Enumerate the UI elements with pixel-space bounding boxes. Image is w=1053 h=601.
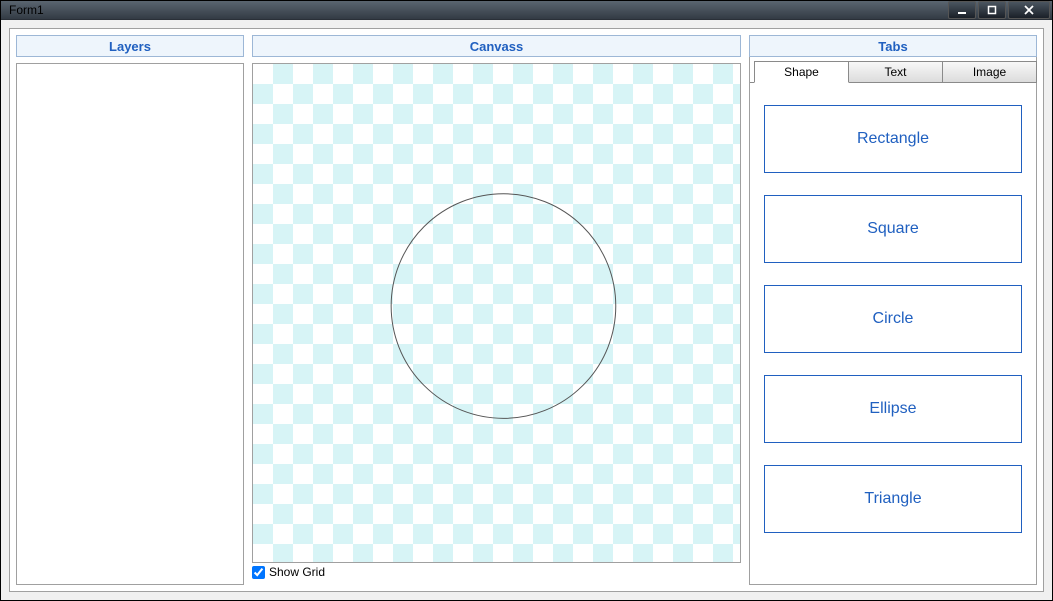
close-button[interactable] (1008, 1, 1050, 19)
shape-button-ellipse[interactable]: Ellipse (764, 375, 1022, 443)
layers-list[interactable] (16, 63, 244, 585)
layers-panel: Layers (16, 35, 244, 585)
tabs-body: Shape Text Image Rectangle Square Circle… (749, 57, 1037, 585)
tabs-panel: Tabs Shape Text Image Rectangle Square C… (749, 35, 1037, 585)
close-icon (1024, 5, 1034, 15)
tab-text[interactable]: Text (848, 61, 943, 83)
maximize-icon (987, 5, 997, 15)
tab-shape[interactable]: Shape (754, 61, 849, 83)
tabs-header: Tabs (749, 35, 1037, 57)
titlebar[interactable]: Form1 (1, 1, 1052, 20)
minimize-button[interactable] (948, 1, 976, 19)
window-buttons (948, 1, 1050, 19)
show-grid-row[interactable]: Show Grid (252, 563, 741, 579)
window: Form1 Layers Canvass (0, 0, 1053, 601)
canvas-area[interactable] (252, 63, 741, 563)
window-title: Form1 (9, 3, 44, 17)
layers-header: Layers (16, 35, 244, 57)
canvas-header: Canvass (252, 35, 741, 57)
tab-image[interactable]: Image (942, 61, 1037, 83)
client-area: Layers Canvass Show Grid Tabs (1, 20, 1052, 600)
circle-shape (391, 194, 616, 419)
tabstrip: Shape Text Image (750, 61, 1036, 83)
shape-button-rectangle[interactable]: Rectangle (764, 105, 1022, 173)
shape-button-square[interactable]: Square (764, 195, 1022, 263)
shape-button-circle[interactable]: Circle (764, 285, 1022, 353)
minimize-icon (957, 5, 967, 15)
tab-content-shape: Rectangle Square Circle Ellipse Triangle (750, 82, 1036, 584)
show-grid-label: Show Grid (269, 565, 325, 579)
canvas-shape-circle (253, 64, 740, 562)
canvas-panel: Canvass Show Grid (252, 35, 741, 585)
shape-button-triangle[interactable]: Triangle (764, 465, 1022, 533)
main-panel: Layers Canvass Show Grid Tabs (9, 28, 1044, 592)
show-grid-checkbox[interactable] (252, 566, 265, 579)
maximize-button[interactable] (978, 1, 1006, 19)
